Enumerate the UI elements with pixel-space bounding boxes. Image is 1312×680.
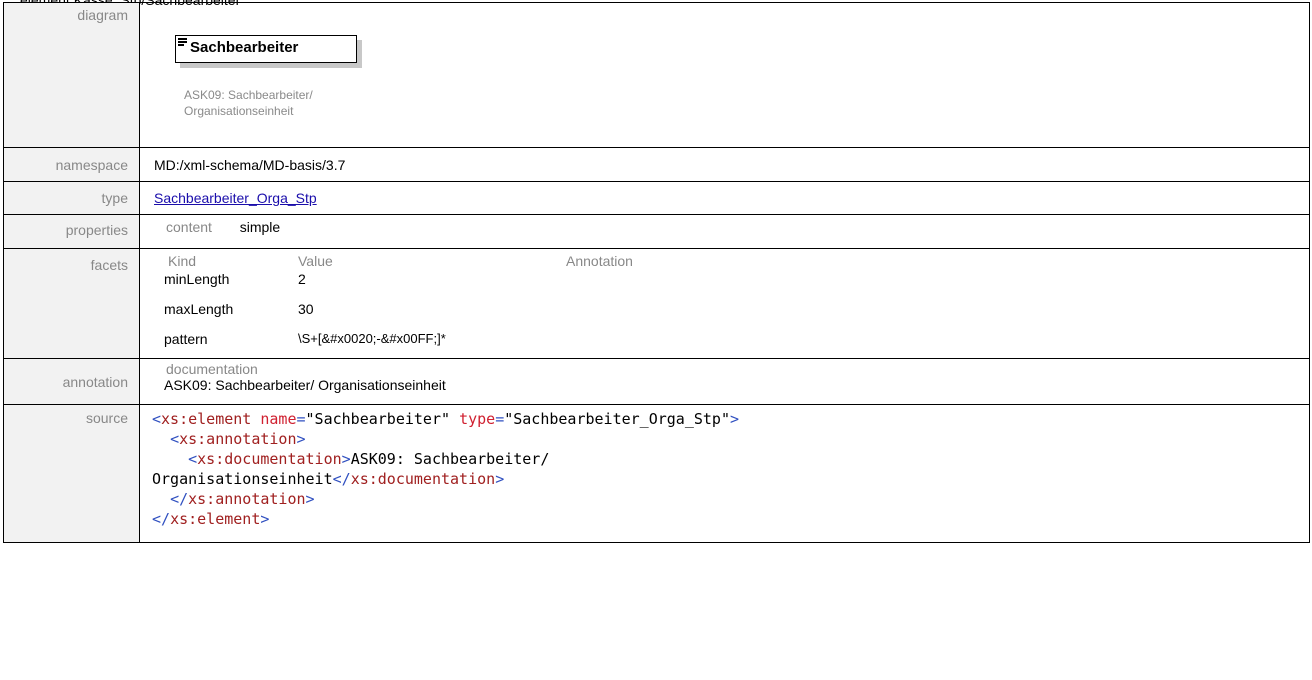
annotation-row: annotation documentation ASK09: Sachbear… [3,358,1310,405]
source-code: <xs:element name="Sachbearbeiter" type="… [152,409,1308,529]
properties-value: simple [239,219,281,235]
facet-kind: maxLength [164,301,234,317]
facets-header-value: Value [298,252,333,269]
facet-value: \S+[&#x0020;-&#x00FF;]* [298,331,446,346]
annotation-cell: documentation ASK09: Sachbearbeiter/ Org… [139,358,1310,405]
element-node[interactable]: Sachbearbeiter [175,35,357,63]
namespace-label: namespace [3,147,140,182]
facets-label: facets [3,248,140,359]
element-node-name: Sachbearbeiter [190,39,299,56]
note-line-1: ASK09: Sachbearbeiter/ [184,88,313,102]
facets-table: Kind Value Annotation minLength 2 maxLen… [164,252,633,355]
source-cell: <xs:element name="Sachbearbeiter" type="… [139,404,1310,543]
source-label: source [3,404,140,543]
facets-row: facets Kind Value Annotation minLength 2… [3,248,1310,359]
source-row: source <xs:element name="Sachbearbeiter"… [3,404,1310,543]
facets-header-kind: Kind [168,252,197,269]
note-line-2: Organisationseinheit [184,104,294,118]
namespace-row: namespace MD:/xml-schema/MD-basis/3.7 [3,147,1310,182]
element-doc-table: diagram Sachbearbeiter ASK09: Sachbearbe… [3,2,1310,543]
annotation-value: ASK09: Sachbearbeiter/ Organisationseinh… [164,377,446,393]
properties-cell: content simple [139,214,1310,249]
element-node-note: ASK09: Sachbearbeiter/ Organisationseinh… [184,87,364,119]
type-link[interactable]: Sachbearbeiter_Orga_Stp [154,190,317,206]
type-label: type [3,181,140,215]
diagram-cell: Sachbearbeiter ASK09: Sachbearbeiter/ Or… [139,2,1310,148]
facet-kind: minLength [164,271,230,287]
facet-value: 2 [298,271,306,287]
type-cell: Sachbearbeiter_Orga_Stp [139,181,1310,215]
type-row: type Sachbearbeiter_Orga_Stp [3,181,1310,215]
properties-row: properties content simple [3,214,1310,249]
code-line-2: <xs:annotation> [170,430,306,448]
code-line-1: <xs:element name="Sachbearbeiter" type="… [152,410,740,428]
facets-header-annotation: Annotation [566,252,633,269]
facet-row: maxLength 30 [164,299,633,329]
annotation-key: documentation [166,361,258,377]
code-line-5: </xs:annotation> [170,490,315,508]
facet-row: minLength 2 [164,269,633,299]
code-line-4: Organisationseinheit</xs:documentation> [152,470,505,488]
properties-key: content [166,219,212,235]
code-line-3: <xs:documentation>ASK09: Sachbearbeiter/ [188,450,550,468]
diagram-row: diagram Sachbearbeiter ASK09: Sachbearbe… [3,2,1310,148]
element-list-icon [178,38,187,47]
annotation-label: annotation [3,358,140,405]
diagram-label: diagram [3,2,140,148]
facet-value: 30 [298,301,314,317]
facets-header: Kind Value Annotation [164,252,633,269]
code-line-6: </xs:element> [152,510,270,528]
facet-row: pattern \S+[&#x0020;-&#x00FF;]* [164,329,633,355]
namespace-value: MD:/xml-schema/MD-basis/3.7 [139,147,1310,182]
facets-cell: Kind Value Annotation minLength 2 maxLen… [139,248,1310,359]
facet-kind: pattern [164,331,208,347]
properties-label: properties [3,214,140,249]
